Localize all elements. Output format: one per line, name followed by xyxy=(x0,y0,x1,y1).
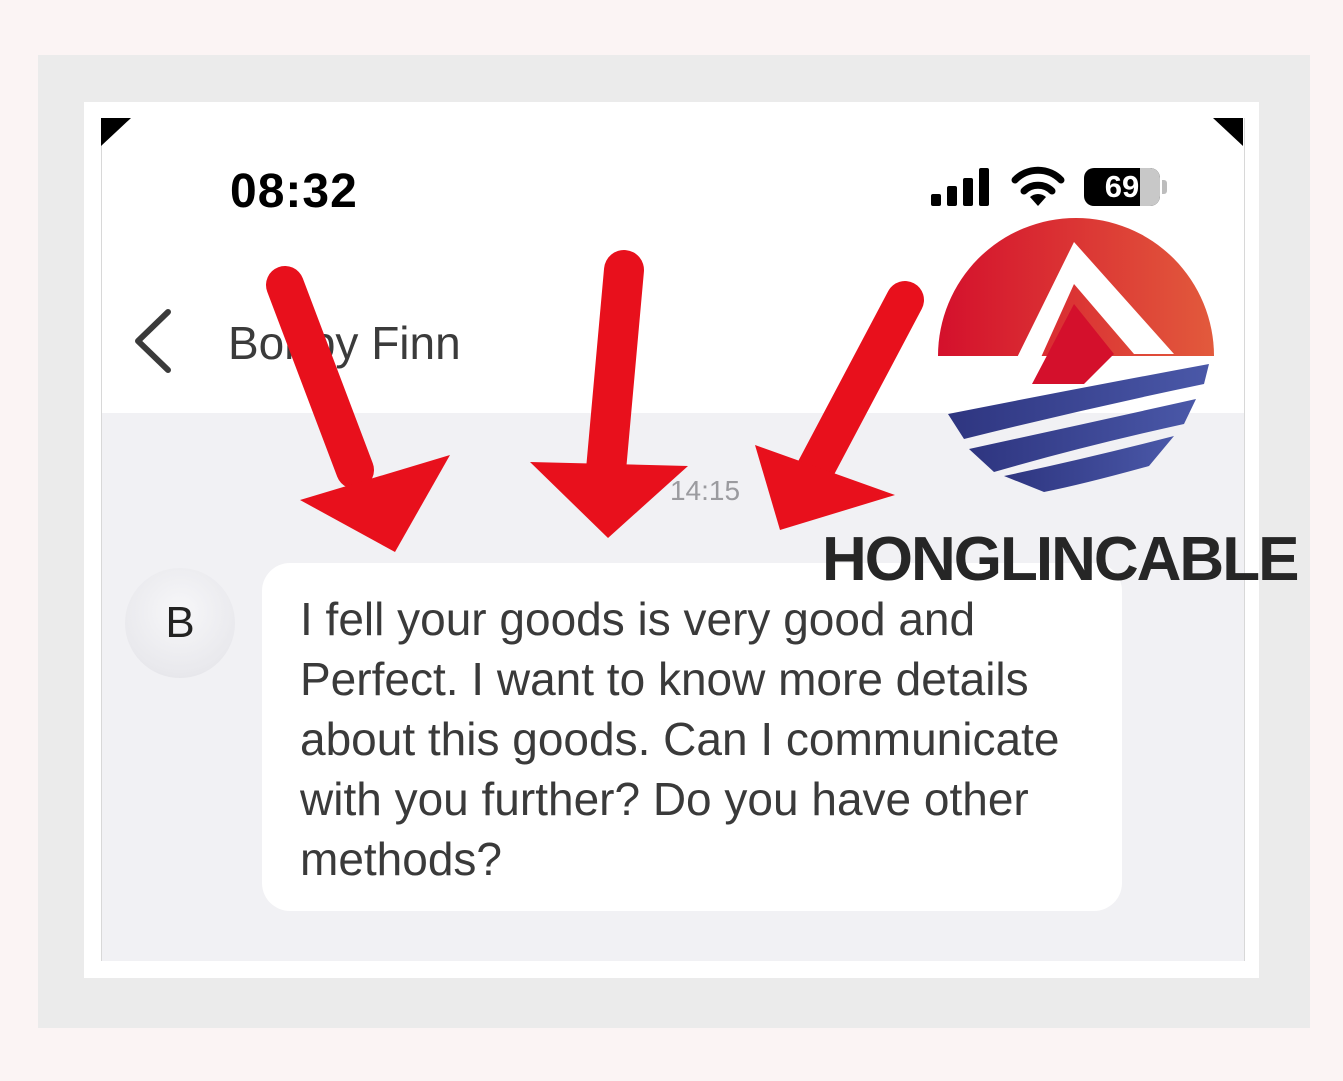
battery-cap xyxy=(1162,180,1167,194)
avatar[interactable]: B xyxy=(125,568,235,678)
screen-corner-right xyxy=(1213,118,1243,146)
battery-icon: 69 xyxy=(1084,168,1160,206)
honglin-logo-icon xyxy=(938,218,1214,492)
message-timestamp: 14:15 xyxy=(669,475,741,506)
contact-name[interactable]: Bobby Finn xyxy=(228,316,461,370)
cellular-signal-icon xyxy=(931,168,991,206)
battery-level: 69 xyxy=(1104,169,1140,204)
message-bubble[interactable]: I fell your goods is very good and Perfe… xyxy=(262,563,1122,911)
screen-corner-left xyxy=(101,118,131,146)
message-text: I fell your goods is very good and Perfe… xyxy=(300,593,1060,885)
wifi-icon xyxy=(1011,166,1065,206)
brand-watermark: HONGLINCABLE xyxy=(822,525,1299,594)
chevron-left-icon[interactable] xyxy=(128,306,184,376)
status-time: 08:32 xyxy=(230,165,358,218)
